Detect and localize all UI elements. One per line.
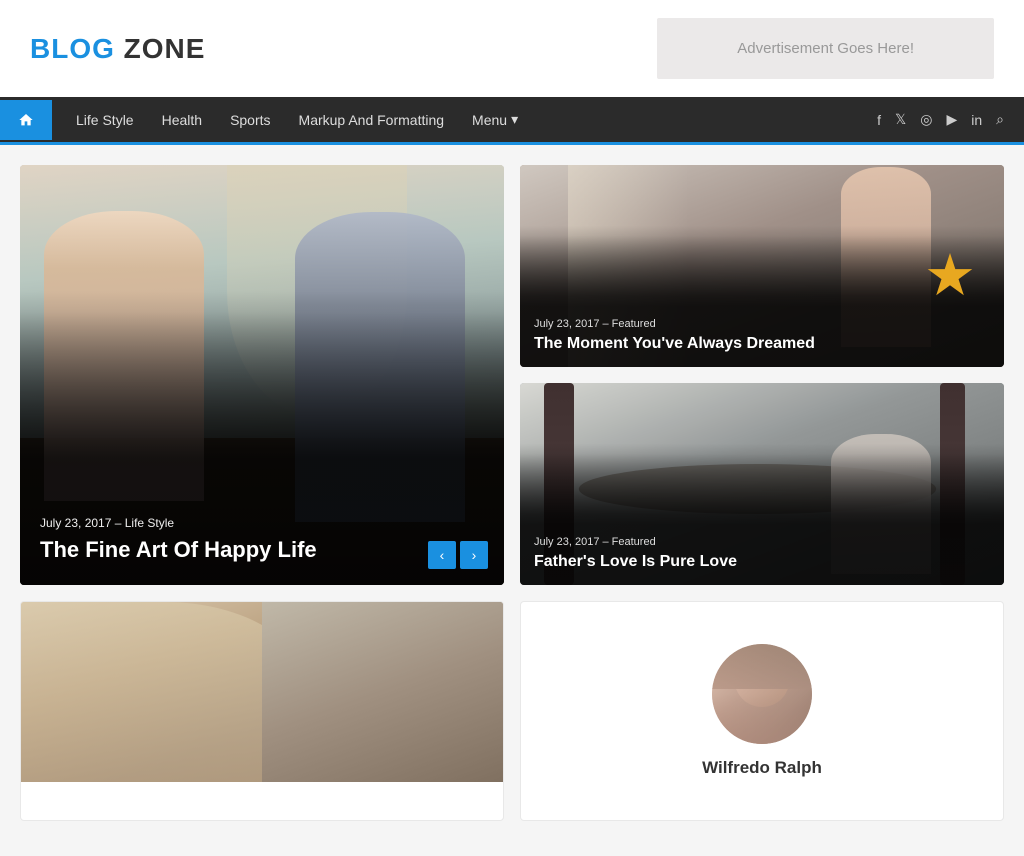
side-card-2-caption: July 23, 2017 – Featured Father's Love I… [520,524,1004,585]
side-card-1[interactable]: ★ July 23, 2017 – Featured The Moment Yo… [520,165,1004,367]
main-content: July 23, 2017 – Life Style The Fine Art … [0,145,1024,841]
nav-link-health[interactable]: Health [148,98,216,142]
author-avatar [712,644,812,744]
nav-label-health: Health [162,112,202,128]
logo-zone: ZONE [115,33,206,64]
slider-controls: ‹ › [428,541,488,569]
side-card-2-title: Father's Love Is Pure Love [534,552,990,573]
bottom-article-image [21,602,503,782]
advertisement-banner: Advertisement Goes Here! [657,18,994,79]
home-icon [18,112,34,128]
author-card: Wilfredo Ralph [520,601,1004,821]
site-logo[interactable]: BLOG ZONE [30,33,205,65]
dropdown-chevron-icon: ▾ [511,111,518,128]
bottom-article-card[interactable] [20,601,504,821]
twitter-icon[interactable]: 𝕏 [895,111,906,128]
side-card-1-tag: July 23, 2017 – Featured [534,318,990,330]
instagram-icon[interactable]: ◎ [920,111,932,128]
search-icon[interactable]: ⌕ [996,111,1004,128]
slider-next-button[interactable]: › [460,541,488,569]
site-header: BLOG ZONE Advertisement Goes Here! [0,0,1024,97]
hero-slider: July 23, 2017 – Life Style The Fine Art … [20,165,504,585]
slider-prev-button[interactable]: ‹ [428,541,456,569]
nav-links-container: Life Style Health Sports Markup And Form… [52,97,877,142]
hero-tag: July 23, 2017 – Life Style [40,516,484,530]
side-card-1-title: The Moment You've Always Dreamed [534,334,990,355]
nav-label-sports: Sports [230,112,270,128]
ad-text: Advertisement Goes Here! [737,40,914,57]
nav-label-lifestyle: Life Style [76,112,134,128]
nav-link-lifestyle[interactable]: Life Style [62,98,148,142]
star-decoration: ★ [924,247,984,307]
linkedin-icon[interactable]: in [971,112,982,128]
side-card-1-caption: July 23, 2017 – Featured The Moment You'… [520,306,1004,367]
nav-label-menu: Menu [472,112,507,128]
logo-blog: BLOG [30,33,115,64]
nav-link-markup[interactable]: Markup And Formatting [285,98,459,142]
nav-link-menu[interactable]: Menu ▾ [458,97,532,142]
youtube-icon[interactable]: ▶ [946,111,957,128]
nav-social-icons: f 𝕏 ◎ ▶ in ⌕ [877,111,1024,128]
side-card-2-tag: July 23, 2017 – Featured [534,536,990,548]
featured-grid: July 23, 2017 – Life Style The Fine Art … [20,165,1004,585]
side-card-2[interactable]: July 23, 2017 – Featured Father's Love I… [520,383,1004,585]
main-navbar: Life Style Health Sports Markup And Form… [0,97,1024,145]
home-nav-button[interactable] [0,100,52,140]
facebook-icon[interactable]: f [877,112,881,128]
bottom-grid: Wilfredo Ralph [20,601,1004,821]
side-featured-cards: ★ July 23, 2017 – Featured The Moment Yo… [520,165,1004,585]
author-name: Wilfredo Ralph [702,758,822,778]
nav-link-sports[interactable]: Sports [216,98,284,142]
nav-label-markup: Markup And Formatting [299,112,445,128]
hero-title: The Fine Art Of Happy Life [40,536,484,565]
